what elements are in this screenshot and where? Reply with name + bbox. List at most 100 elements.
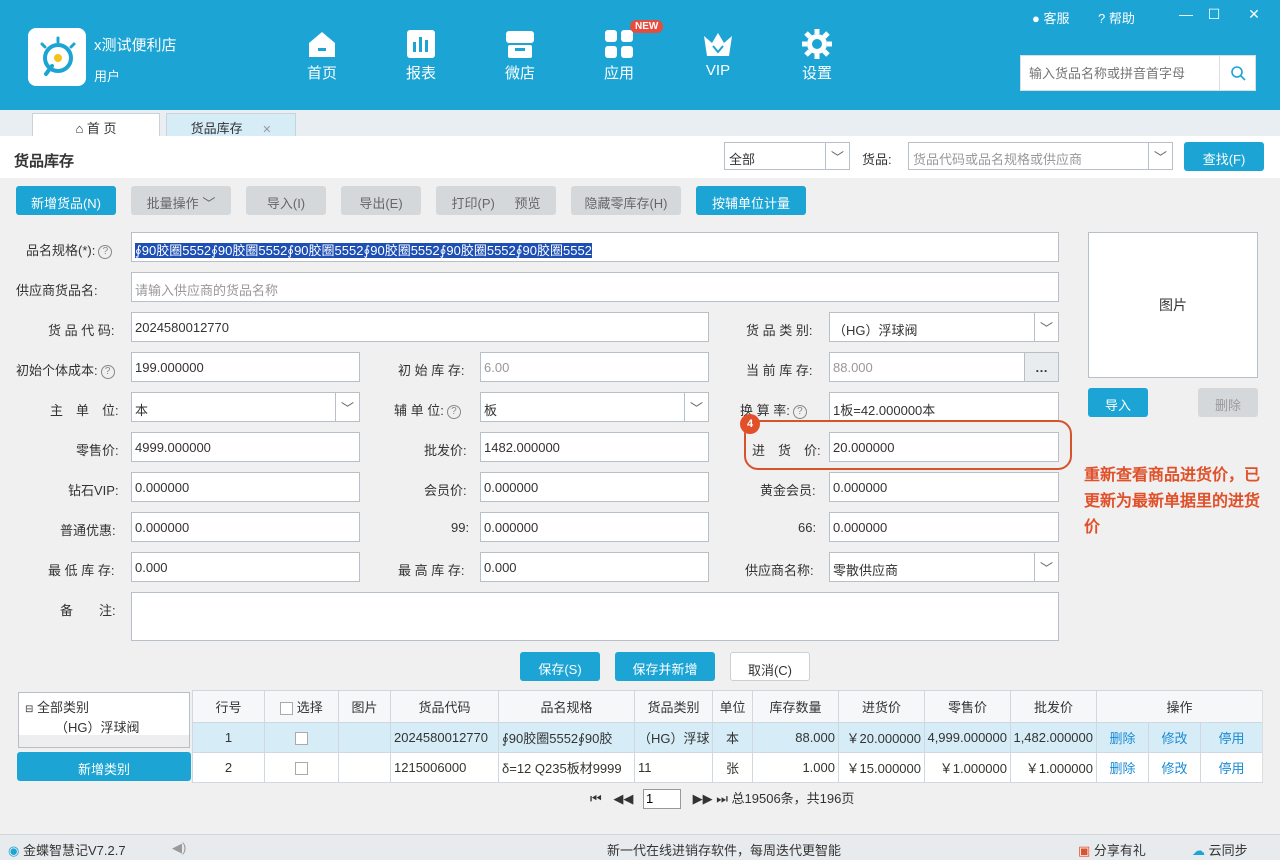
shop-icon <box>506 31 534 58</box>
aux-unit-button[interactable]: 按辅单位计量 <box>696 186 806 215</box>
col-select[interactable]: 选择 <box>264 690 339 723</box>
nav-settings[interactable]: 设置 <box>782 28 852 83</box>
preview-button[interactable]: 预览 <box>514 196 540 211</box>
nav-apps-label: 应用 <box>603 65 634 82</box>
tab-goods-stock[interactable]: 货品库存 ✕ <box>166 113 296 136</box>
cancel-button[interactable]: 取消(C) <box>730 652 810 681</box>
top-search-button[interactable] <box>1219 56 1255 90</box>
tree-child[interactable]: （HG）浮球阀 <box>55 717 140 736</box>
nav-vip[interactable]: VIP <box>683 28 753 79</box>
max-stock-field[interactable]: 0.000 <box>480 552 709 582</box>
tree-root[interactable]: ⊟ 全部类别 <box>25 697 89 716</box>
prev-page-button[interactable]: ◀◀ <box>613 791 633 806</box>
main-unit-select[interactable]: 本 ﹀ <box>131 392 360 422</box>
name-spec-field[interactable]: ∮90胶圈5552∮90胶圈5552∮90胶圈5552∮90胶圈5552∮90胶… <box>131 232 1059 262</box>
row-delete-link[interactable]: 删除 <box>1096 752 1149 783</box>
print-button[interactable]: 打印(P) <box>452 196 495 211</box>
select-all-checkbox[interactable] <box>280 702 294 716</box>
goods-search-input[interactable]: 货品代码或品名规格或供应商 ﹀ <box>908 142 1173 170</box>
row-disable-link[interactable]: 停用 <box>1199 752 1264 783</box>
top-search-input[interactable] <box>1021 56 1217 90</box>
init-stock-field[interactable]: 6.00 <box>480 352 709 382</box>
wholesale-price-field[interactable]: 1482.000000 <box>480 432 709 462</box>
ratio-field[interactable]: 1板=42.000000本 <box>829 392 1059 422</box>
nav-microshop[interactable]: 微店 <box>485 28 555 83</box>
help-icon[interactable]: ? <box>100 364 115 379</box>
supplier-goods-field[interactable]: 请输入供应商的货品名称 <box>131 272 1059 302</box>
price-66-label: 66: <box>798 520 817 535</box>
export-button[interactable]: 导出(E) <box>341 186 421 215</box>
col-select-label: 选择 <box>296 700 323 715</box>
nav-apps[interactable]: 应用 NEW <box>584 20 664 83</box>
tree-collapse-icon[interactable]: ⊟ <box>25 704 33 715</box>
supplier-name-select[interactable]: 零散供应商 ﹀ <box>829 552 1059 582</box>
price-99-field[interactable]: 0.000000 <box>480 512 709 542</box>
nav-report[interactable]: 报表 <box>386 28 456 83</box>
image-delete-button[interactable]: 删除 <box>1198 388 1258 417</box>
price-66-field[interactable]: 0.000000 <box>829 512 1059 542</box>
nav-home[interactable]: 首页 <box>287 28 357 83</box>
image-import-button[interactable]: 导入 <box>1088 388 1148 417</box>
first-page-button[interactable]: ⏮ <box>590 791 602 806</box>
cloud-sync-link[interactable]: ☁ 云同步 <box>1192 840 1248 859</box>
normal-discount-field[interactable]: 0.000000 <box>131 512 360 542</box>
table-row[interactable]: 2 1215006000 δ=12 Q235板材9999 11 张 1.000 … <box>192 752 1264 783</box>
goods-category-select[interactable]: （HG）浮球阀 ﹀ <box>829 312 1059 342</box>
hide-zero-stock-button[interactable]: 隐藏零库存(H) <box>571 186 681 215</box>
close-window-button[interactable]: ✕ <box>1244 6 1264 23</box>
goods-code-field[interactable]: 2024580012770 <box>131 312 709 342</box>
row-edit-link[interactable]: 修改 <box>1148 752 1201 783</box>
row-disable-link[interactable]: 停用 <box>1199 722 1264 753</box>
cloud-icon: ☁ <box>1192 843 1205 858</box>
add-goods-button[interactable]: 新增货品(N) <box>16 186 116 215</box>
cell-image <box>338 722 391 753</box>
help-icon[interactable]: ? <box>446 404 461 419</box>
user-icon: ● <box>1032 11 1040 26</box>
volume-icon[interactable]: ◀) <box>172 840 186 856</box>
add-category-button[interactable]: 新增类别 <box>17 752 191 781</box>
app-logo <box>28 28 86 86</box>
diamond-vip-field[interactable]: 0.000000 <box>131 472 360 502</box>
table-row[interactable]: 1 2024580012770 ∮90胶圈5552∮90胶 （HG）浮球 本 8… <box>192 722 1264 753</box>
chevron-down-icon: ﹀ <box>825 143 849 169</box>
gold-member-field[interactable]: 0.000000 <box>829 472 1059 502</box>
current-stock-field[interactable]: 88.000 … <box>829 352 1059 382</box>
last-page-button[interactable]: ⏭ <box>716 791 728 806</box>
customer-service-link[interactable]: ● 客服 <box>1032 8 1070 27</box>
maximize-button[interactable]: ☐ <box>1204 6 1224 23</box>
row-checkbox[interactable] <box>295 732 308 746</box>
minimize-button[interactable]: — <box>1176 6 1196 22</box>
row-checkbox[interactable] <box>295 762 308 776</box>
next-page-button[interactable]: ▶▶ <box>693 791 713 806</box>
pager-summary: 总19506条，共196页 <box>731 791 855 806</box>
help-icon[interactable]: ? <box>792 404 807 419</box>
col-row-no: 行号 <box>192 690 265 723</box>
table-vscrollbar[interactable] <box>1262 690 1279 782</box>
aux-unit-select[interactable]: 板 ﹀ <box>480 392 709 422</box>
save-and-new-button[interactable]: 保存并新增 <box>615 652 715 681</box>
cell-select[interactable] <box>264 752 339 783</box>
close-icon[interactable]: ✕ <box>262 124 271 136</box>
page-number-input[interactable] <box>642 788 681 809</box>
import-button[interactable]: 导入(I) <box>246 186 326 215</box>
min-stock-field[interactable]: 0.000 <box>131 552 360 582</box>
help-icon[interactable]: ? <box>98 244 113 259</box>
tab-home[interactable]: ⌂ 首 页 <box>32 113 160 136</box>
row-edit-link[interactable]: 修改 <box>1148 722 1201 753</box>
filter-select[interactable]: 全部 ﹀ <box>724 142 850 170</box>
row-delete-link[interactable]: 删除 <box>1096 722 1149 753</box>
more-button[interactable]: … <box>1024 353 1058 381</box>
share-link[interactable]: ▣ 分享有礼 <box>1078 840 1146 859</box>
save-button[interactable]: 保存(S) <box>520 652 600 681</box>
init-cost-label: 初始个体成本:? <box>16 360 115 379</box>
member-price-field[interactable]: 0.000000 <box>480 472 709 502</box>
batch-ops-label: 批量操作 <box>146 196 199 211</box>
retail-price-field[interactable]: 4999.000000 <box>131 432 360 462</box>
init-cost-field[interactable]: 199.000000 <box>131 352 360 382</box>
find-button[interactable]: 查找(F) <box>1184 142 1264 171</box>
remark-field[interactable] <box>131 592 1059 641</box>
cell-select[interactable] <box>264 722 339 753</box>
help-link[interactable]: ? 帮助 <box>1098 8 1135 27</box>
batch-ops-button[interactable]: 批量操作 ﹀ <box>131 186 231 215</box>
tree-hscrollbar[interactable] <box>19 735 189 747</box>
